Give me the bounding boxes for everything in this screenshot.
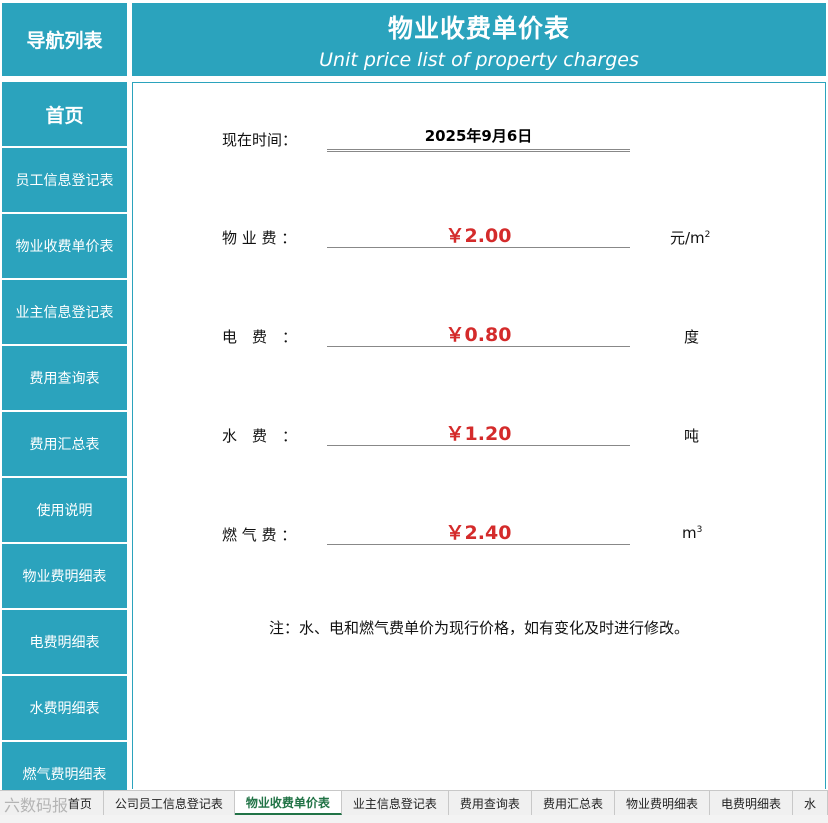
price-row-electric: 电 费 ： ￥0.80 度 [133,320,825,350]
sidebar-item-owner-register[interactable]: 业主信息登记表 [2,280,127,344]
price-label: 燃 气 费 ： [222,526,297,544]
price-value[interactable]: ￥2.40 [327,518,630,545]
price-unit: 元/m2 [670,229,711,247]
sheet-tab-employee-register[interactable]: 公司员工信息登记表 [104,791,235,815]
sidebar-item-employee-register[interactable]: 员工信息登记表 [2,148,127,212]
sheet-tab-price-list[interactable]: 物业收费单价表 [234,791,342,815]
watermark-logo: 六数码报 [4,796,69,815]
price-value[interactable]: ￥2.00 [327,221,630,248]
price-unit: 吨 [684,427,700,445]
sheet-tab-bar: 首页 公司员工信息登记表 物业收费单价表 业主信息登记表 费用查询表 费用汇总表… [0,790,828,815]
price-sheet: 现在时间： 2025年9月6日 物 业 费 ： ￥2.00 元/m2 电 费 ：… [132,82,826,789]
price-label: 电 费 ： [222,328,298,346]
page-title: 物业收费单价表 [387,14,570,43]
price-row-water: 水 费 ： ￥1.20 吨 [133,419,825,449]
price-value[interactable]: ￥1.20 [327,419,630,446]
sheet-tab-fee-query[interactable]: 费用查询表 [449,791,532,815]
sheet-tab-owner-register[interactable]: 业主信息登记表 [342,791,449,815]
date-label: 现在时间： [222,131,298,149]
sidebar-item-price-list[interactable]: 物业收费单价表 [2,214,127,278]
sheet-tab-water-detail[interactable]: 水 [793,791,828,815]
sidebar-item-electric-detail[interactable]: 电费明细表 [2,610,127,674]
sidebar-item-home[interactable]: 首页 [2,82,127,146]
sidebar-item-instructions[interactable]: 使用说明 [2,478,127,542]
sidebar-item-property-detail[interactable]: 物业费明细表 [2,544,127,608]
sheet-tab-electric-detail[interactable]: 电费明细表 [710,791,793,815]
sidebar-item-fee-summary[interactable]: 费用汇总表 [2,412,127,476]
note-text: 注：水、电和燃气费单价为现行价格，如有变化及时进行修改。 [268,619,689,637]
page-header: 物业收费单价表 Unit price list of property char… [132,3,826,76]
sidebar-item-water-detail[interactable]: 水费明细表 [2,676,127,740]
date-row: 现在时间： 2025年9月6日 [133,125,825,155]
sidebar-nav: 首页 员工信息登记表 物业收费单价表 业主信息登记表 费用查询表 费用汇总表 使… [2,82,127,808]
sheet-tab-fee-summary[interactable]: 费用汇总表 [532,791,615,815]
price-unit: 度 [684,328,700,346]
price-row-property: 物 业 费 ： ￥2.00 元/m2 [133,221,825,251]
date-value[interactable]: 2025年9月6日 [327,125,630,152]
price-label: 物 业 费 ： [222,229,297,247]
sheet-tab-property-detail[interactable]: 物业费明细表 [615,791,710,815]
price-label: 水 费 ： [222,427,298,445]
sidebar-item-fee-query[interactable]: 费用查询表 [2,346,127,410]
price-unit: m3 [682,524,703,542]
nav-title: 导航列表 [2,3,127,76]
price-value[interactable]: ￥0.80 [327,320,630,347]
status-bar [0,815,828,823]
price-row-gas: 燃 气 费 ： ￥2.40 m3 [133,518,825,548]
page-subtitle: Unit price list of property charges [319,49,639,71]
